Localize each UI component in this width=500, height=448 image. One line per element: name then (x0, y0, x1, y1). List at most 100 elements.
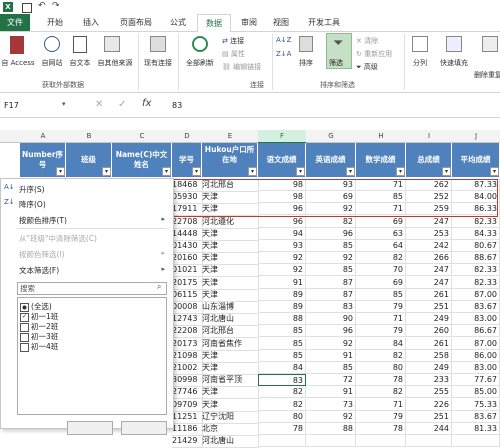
edit-links-button[interactable]: ⛓ 编辑链接 (222, 62, 261, 72)
cell-chinese[interactable]: 89 (258, 301, 306, 313)
cell-hukou[interactable]: 河南省焦作 (202, 337, 259, 351)
sort-za-button[interactable]: Z↓A (276, 50, 291, 58)
cell-total[interactable]: 244 (406, 423, 452, 435)
cell-hukou[interactable]: 天津 (202, 264, 259, 278)
cell-english[interactable]: 73 (306, 398, 356, 411)
cell-student-id[interactable]: 01021 (172, 264, 203, 278)
cell-english[interactable]: 72 (306, 374, 356, 387)
filter-dropdown-i[interactable]: ▾ (442, 167, 451, 176)
select-all-corner[interactable] (0, 130, 21, 143)
cell-average[interactable]: 87.00 (452, 337, 500, 350)
cell-average[interactable]: 83.67 (452, 410, 500, 423)
cell-total[interactable]: 266 (406, 252, 452, 265)
flash-fill-button[interactable]: 快速填充 (434, 58, 474, 68)
cell-total[interactable]: 261 (406, 337, 452, 350)
clear-button[interactable]: ✕ 清除 (356, 36, 378, 46)
cell-chinese[interactable]: 84 (258, 362, 306, 374)
cell-english[interactable]: 82 (306, 215, 356, 228)
cell-average[interactable]: 82.33 (452, 276, 500, 289)
cell-total[interactable]: 251 (406, 301, 452, 313)
cell-math[interactable]: 69 (356, 276, 406, 289)
cell-student-id[interactable]: 21002 (172, 362, 203, 375)
cell-hukou[interactable]: 天津 (202, 349, 259, 363)
filter-dropdown-a[interactable]: ▾ (56, 167, 65, 176)
existing-connections-button[interactable]: 现有连接 (140, 58, 176, 68)
tab-review[interactable]: 审阅 (236, 14, 262, 31)
cell-chinese[interactable]: 96 (258, 215, 306, 228)
cell-chinese[interactable]: 94 (258, 227, 306, 240)
clear-filter-item[interactable]: 从"班级"中清除筛选(C) (19, 233, 97, 244)
cell-math[interactable]: 79 (356, 325, 406, 338)
cell-total[interactable]: 253 (406, 227, 452, 240)
column-header-g[interactable]: G (306, 130, 357, 143)
cell-student-id[interactable]: 27746 (172, 386, 203, 400)
column-header-h[interactable]: H (356, 130, 407, 143)
cell-chinese[interactable]: 92 (258, 252, 306, 265)
cell-hukou[interactable]: 天津 (202, 252, 259, 266)
cell-average[interactable] (452, 435, 500, 448)
cell-student-id[interactable]: 22208 (172, 325, 203, 339)
name-box[interactable]: F17 (2, 100, 64, 112)
cell-chinese[interactable]: 88 (258, 313, 306, 326)
cell-hukou[interactable]: 天津 (202, 240, 259, 253)
name-box-dropdown-icon[interactable]: ▾ (62, 100, 66, 108)
cell-english[interactable]: 90 (306, 313, 356, 326)
cancel-icon[interactable]: ✕ (95, 99, 103, 110)
cell-math[interactable]: 78 (356, 374, 406, 387)
filter-dropdown-f[interactable]: ▾ (296, 167, 305, 176)
save-icon[interactable] (22, 3, 32, 13)
filter-dropdown-e[interactable]: ▾ (248, 167, 257, 176)
cell-math[interactable]: 80 (356, 362, 406, 374)
cell-english[interactable]: 92 (306, 337, 356, 350)
tab-formulas[interactable]: 公式 (165, 14, 191, 31)
undo-icon[interactable]: ↶ (38, 1, 46, 11)
checkbox[interactable] (20, 342, 29, 352)
reapply-button[interactable]: ↻ 重新应用 (356, 49, 392, 59)
cell-math[interactable]: 85 (356, 288, 406, 301)
cell-chinese[interactable]: 85 (258, 325, 306, 338)
cell-math[interactable]: 70 (356, 264, 406, 277)
cell-math[interactable]: 84 (356, 337, 406, 350)
cell-average[interactable]: 83.00 (452, 313, 500, 326)
column-header-j[interactable]: J (452, 130, 500, 143)
column-header-b[interactable]: B (66, 130, 113, 143)
cell-math[interactable]: 63 (356, 227, 406, 240)
sort-descending-item[interactable]: 降序(O) (19, 199, 46, 210)
cell-total[interactable]: 258 (406, 349, 452, 362)
cell-average[interactable]: 86.67 (452, 325, 500, 338)
filter-values-list[interactable]: (全选) ✓ 初一1班 初一2班 初一3班 初一4班 (17, 297, 167, 415)
cell-student-id[interactable]: 14448 (172, 227, 203, 241)
cell-hukou[interactable]: 天津 (202, 386, 259, 400)
cell-hukou[interactable]: 天津 (202, 227, 259, 241)
cell-average[interactable]: 84.33 (452, 227, 500, 240)
filter-dropdown-d[interactable]: ▾ (192, 167, 201, 176)
cell-hukou[interactable]: 天津 (202, 398, 259, 412)
enter-icon[interactable]: ✓ (118, 99, 126, 110)
cell-total[interactable] (406, 435, 452, 448)
sort-az-button[interactable]: A↓Z (276, 36, 291, 44)
cell-math[interactable]: 82 (356, 349, 406, 362)
cell-english[interactable]: 85 (306, 240, 356, 252)
filter-dropdown-b[interactable]: ▾ (102, 167, 111, 176)
cell-hukou[interactable]: 河北邢台 (202, 325, 259, 339)
cell-english[interactable]: 88 (306, 423, 356, 435)
cell-average[interactable]: 83.67 (452, 301, 500, 313)
cell-student-id[interactable]: 21098 (172, 349, 203, 363)
cell-english[interactable]: 85 (306, 264, 356, 277)
cell-student-id[interactable]: 20175 (172, 276, 203, 290)
cell-chinese[interactable]: 80 (258, 410, 306, 423)
cell-student-id[interactable]: 11186 (172, 423, 203, 436)
cell-english[interactable]: 96 (306, 325, 356, 338)
cell-chinese[interactable]: 82 (258, 386, 306, 399)
cell-chinese[interactable]: 82 (258, 398, 306, 411)
cell-average[interactable]: 82.33 (452, 215, 500, 228)
cell-student-id[interactable]: 20173 (172, 337, 203, 351)
column-header-i[interactable]: I (406, 130, 453, 143)
cell-hukou[interactable]: 北京 (202, 423, 259, 436)
cell-math[interactable]: 79 (356, 301, 406, 313)
cell-english[interactable]: 87 (306, 276, 356, 289)
cell-total[interactable]: 226 (406, 398, 452, 411)
cell-math[interactable]: 82 (356, 386, 406, 399)
cell-math[interactable]: 82 (356, 252, 406, 265)
cell-english[interactable]: 83 (306, 301, 356, 313)
